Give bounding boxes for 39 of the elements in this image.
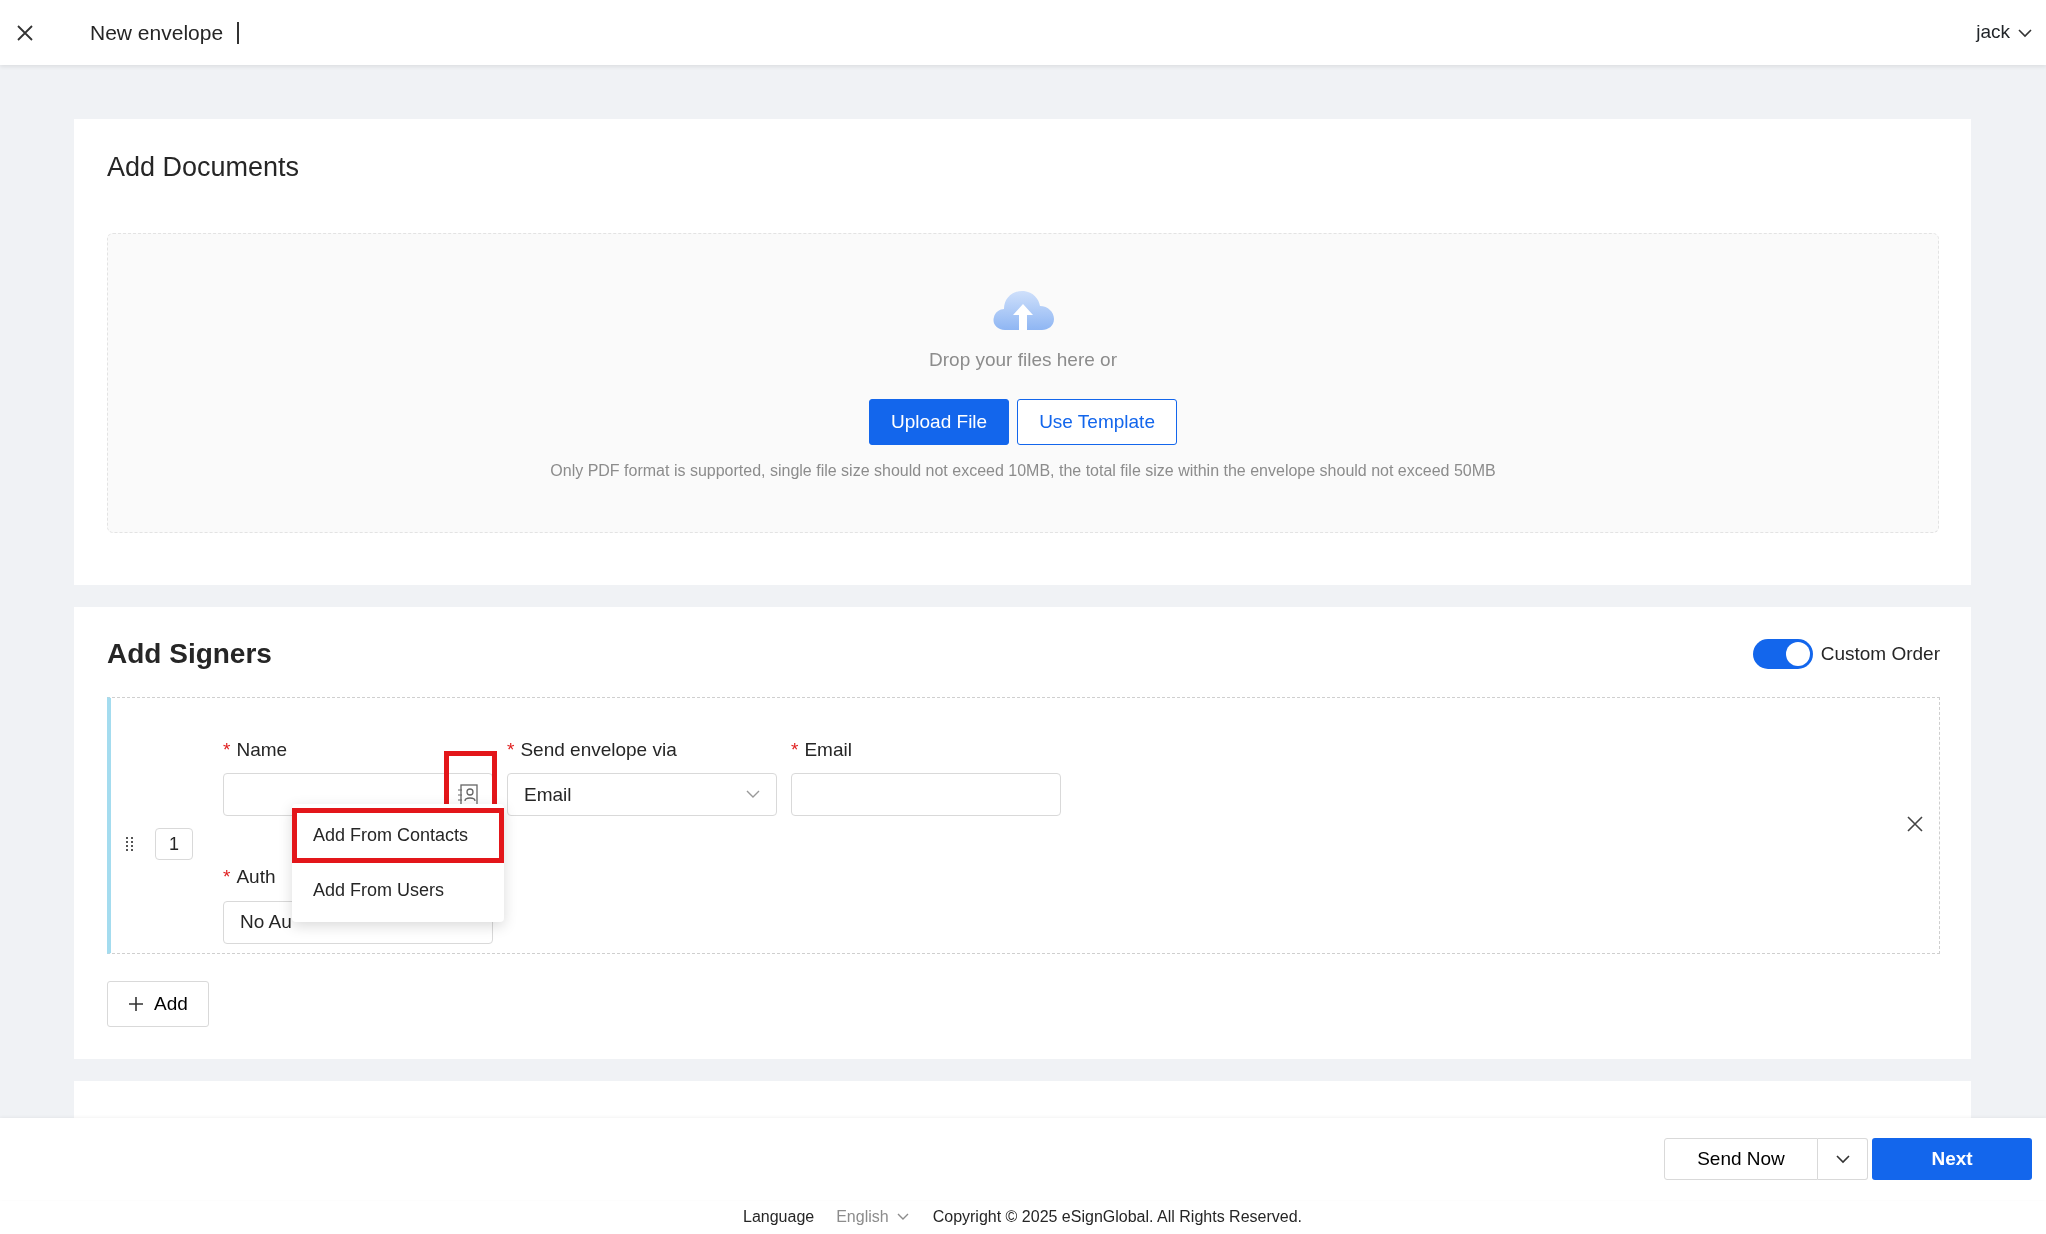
toggle-switch[interactable]: [1752, 639, 1813, 670]
required-mark: *: [223, 865, 231, 890]
page-title: New envelope: [90, 21, 240, 44]
file-size-hint: Only PDF format is supported, single file size should not exceed 10MB, the total file size within the envelope should not exceed 50MB: [550, 461, 1496, 482]
close-icon[interactable]: [16, 23, 34, 42]
chevron-down-icon: [746, 790, 760, 800]
copyright-text: Copyright © 2025 eSignGlobal. All Rights Reserved.: [932, 1207, 1302, 1227]
chevron-down-icon: [2018, 27, 2032, 38]
required-mark: *: [223, 738, 231, 762]
field-label: Name: [236, 738, 288, 762]
required-mark: *: [507, 738, 515, 762]
menu-item[interactable]: Add From Users: [292, 863, 504, 918]
drop-zone[interactable]: Drop your files here or Upload File Use Template Only PDF format is supported, single file size should not exceed 10MB, the total file size within the envelope should not exceed 50MB: [107, 233, 1939, 534]
field-label: Email: [804, 738, 852, 762]
add-button[interactable]: Add: [107, 981, 209, 1028]
contact-card-icon[interactable]: [458, 784, 478, 807]
chevron-down-icon: [896, 1213, 909, 1221]
upload-button[interactable]: Upload File: [869, 398, 1010, 446]
send-method-select[interactable]: Email: [507, 773, 777, 817]
drop-instruction: Drop your files here or: [929, 348, 1117, 373]
required-mark: *: [791, 738, 799, 762]
section-title: Add Signers: [107, 637, 272, 671]
drag-handle-icon[interactable]: [125, 836, 135, 853]
field-label: Send envelope via: [520, 738, 677, 762]
close-icon[interactable]: [1907, 816, 1923, 832]
user-menu[interactable]: jack: [1976, 18, 2032, 47]
section-title: Add Documents: [107, 151, 301, 184]
order-number: 1: [155, 828, 193, 861]
toggle-label: Custom Order: [1820, 641, 1940, 666]
field-label: Auth: [236, 865, 276, 890]
menu-item[interactable]: Add From Contacts: [292, 808, 504, 863]
template-button[interactable]: Use Template: [1017, 398, 1177, 446]
send-now-button[interactable]: Send Now: [1664, 1138, 1818, 1180]
language-label: Language: [743, 1207, 815, 1227]
chevron-down-icon: [1835, 1154, 1850, 1164]
next-button[interactable]: Next: [1872, 1138, 2032, 1180]
email-field[interactable]: [791, 773, 1061, 817]
plus-icon: [128, 996, 144, 1013]
dropdown-toggle-button[interactable]: [1818, 1138, 1868, 1180]
